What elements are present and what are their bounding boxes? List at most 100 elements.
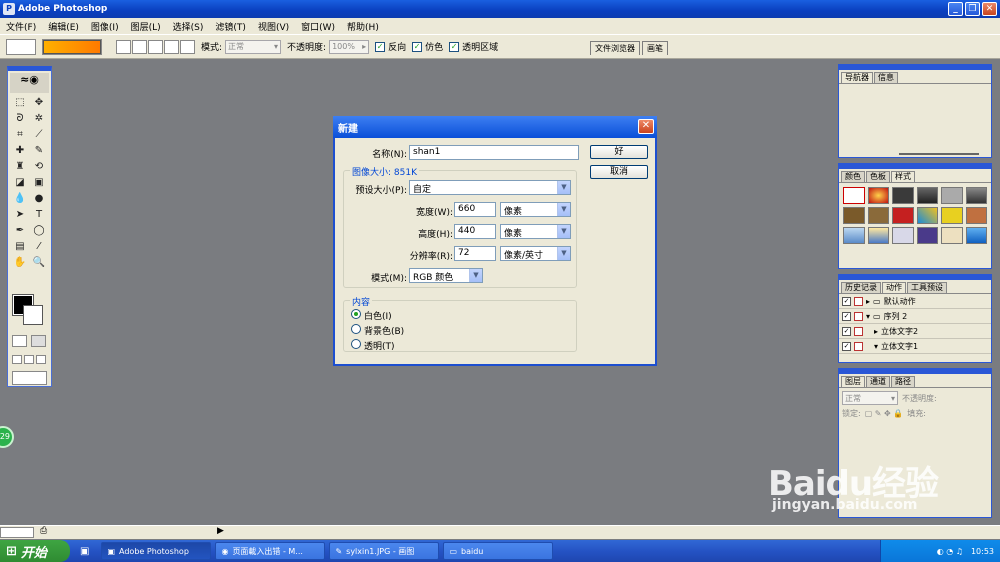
photoshop-feather-icon[interactable]: ≈◉ xyxy=(10,73,49,93)
dialog-toggle-icon[interactable] xyxy=(854,326,863,336)
action-row[interactable]: ✓ ▾ 立体文字1 xyxy=(839,339,991,354)
reverse-checkbox[interactable]: ✓ xyxy=(375,41,386,52)
style-swatch[interactable] xyxy=(916,187,938,204)
magic-wand-icon[interactable]: ✲ xyxy=(30,111,48,126)
lock-icons[interactable]: ▢ ✎ ✥ 🔒 xyxy=(865,409,904,418)
diamond-gradient-icon[interactable] xyxy=(180,39,195,54)
clone-stamp-icon[interactable]: ♜ xyxy=(11,159,29,174)
style-swatch[interactable] xyxy=(941,207,963,224)
restore-button[interactable]: ❐ xyxy=(965,2,980,16)
expand-arrow-icon[interactable]: ▸ xyxy=(874,327,878,336)
menu-filter[interactable]: 滤镜(T) xyxy=(209,20,252,33)
style-swatch[interactable] xyxy=(867,207,889,224)
action-row[interactable]: ✓ ▸ ▭ 默认动作 xyxy=(839,294,991,309)
dialog-toggle-icon[interactable] xyxy=(854,341,863,351)
resolution-input[interactable]: 72 xyxy=(454,246,496,261)
clock[interactable]: 10:53 xyxy=(971,547,994,556)
style-swatch[interactable] xyxy=(965,227,987,244)
task-paint[interactable]: ✎ sylxin1.JPG - 画图 xyxy=(329,542,440,560)
brush-tool-icon[interactable]: ✎ xyxy=(30,143,48,158)
task-photoshop[interactable]: ▣ Adobe Photoshop xyxy=(101,542,212,560)
zoom-tool-icon[interactable]: 🔍 xyxy=(30,255,48,270)
status-doc-icon[interactable]: ⎙ xyxy=(40,526,47,536)
mode-select[interactable]: 正常 ▾ xyxy=(225,39,282,54)
height-unit-select[interactable]: 像素 ▼ xyxy=(500,224,571,239)
style-swatch[interactable] xyxy=(916,207,938,224)
tab-swatches[interactable]: 色板 xyxy=(866,171,890,182)
action-row[interactable]: ✓ ▾ ▭ 序列 2 xyxy=(839,309,991,324)
gradient-tool-icon[interactable]: ▣ xyxy=(30,175,48,190)
tab-color[interactable]: 颜色 xyxy=(841,171,865,182)
zoom-field[interactable] xyxy=(0,527,34,538)
menu-image[interactable]: 图像(I) xyxy=(85,20,125,33)
check-icon[interactable]: ✓ xyxy=(842,326,851,336)
color-mode-select[interactable]: RGB 颜色 ▼ xyxy=(409,268,483,283)
style-swatch[interactable] xyxy=(965,207,987,224)
quicklaunch-desktop-icon[interactable]: ▣ xyxy=(80,546,89,557)
style-swatch[interactable] xyxy=(843,227,865,244)
task-browser[interactable]: ◉ 页面載入出错 - M... xyxy=(215,542,326,560)
collapse-arrow-icon[interactable]: ▾ xyxy=(866,312,870,321)
style-swatch[interactable] xyxy=(843,207,865,224)
menu-view[interactable]: 视图(V) xyxy=(252,20,295,33)
menu-select[interactable]: 选择(S) xyxy=(167,20,210,33)
action-row[interactable]: ✓ ▸ 立体文字2 xyxy=(839,324,991,339)
menu-window[interactable]: 窗口(W) xyxy=(295,20,341,33)
crop-tool-icon[interactable]: ⌗ xyxy=(11,127,29,142)
slice-tool-icon[interactable]: ⟋ xyxy=(30,127,48,142)
minimize-button[interactable]: _ xyxy=(948,2,963,16)
tab-actions[interactable]: 动作 xyxy=(882,282,906,293)
marquee-tool-icon[interactable]: ⬚ xyxy=(11,95,29,110)
content-transparent-radio[interactable] xyxy=(351,339,361,349)
radial-gradient-icon[interactable] xyxy=(132,39,147,54)
background-color-swatch[interactable] xyxy=(23,305,43,325)
style-swatch[interactable] xyxy=(916,227,938,244)
pen-tool-icon[interactable]: ✒ xyxy=(11,223,29,238)
preset-select[interactable]: 自定 ▼ xyxy=(409,180,571,195)
tab-info[interactable]: 信息 xyxy=(874,72,898,83)
screen-mode-menu-icon[interactable] xyxy=(24,355,34,364)
jump-to-imageready-icon[interactable] xyxy=(12,371,47,385)
check-icon[interactable]: ✓ xyxy=(842,296,851,306)
style-none-swatch[interactable] xyxy=(843,187,865,204)
opacity-field[interactable]: 100% ▸ xyxy=(329,39,370,54)
cancel-button[interactable]: 取消 xyxy=(590,165,648,179)
quick-mask-icon[interactable] xyxy=(31,335,46,347)
name-input[interactable]: shan1 xyxy=(409,145,579,160)
dodge-tool-icon[interactable]: ● xyxy=(30,191,48,206)
style-swatch[interactable] xyxy=(941,227,963,244)
transparency-checkbox[interactable]: ✓ xyxy=(449,41,460,52)
standard-mode-icon[interactable] xyxy=(12,335,27,347)
tab-styles[interactable]: 样式 xyxy=(891,171,915,182)
lasso-tool-icon[interactable]: ᘐ xyxy=(11,111,29,126)
height-input[interactable]: 440 xyxy=(454,224,496,239)
menu-edit[interactable]: 编辑(E) xyxy=(42,20,85,33)
tab-channels[interactable]: 通道 xyxy=(866,376,890,387)
move-tool-icon[interactable]: ✥ xyxy=(30,95,48,110)
tab-history[interactable]: 历史记录 xyxy=(841,282,881,293)
zoom-slider[interactable] xyxy=(899,153,979,155)
close-button[interactable]: ✕ xyxy=(982,2,997,16)
blur-tool-icon[interactable]: 💧 xyxy=(11,191,29,206)
reflected-gradient-icon[interactable] xyxy=(164,39,179,54)
collapse-arrow-icon[interactable]: ▾ xyxy=(874,342,878,351)
status-arrow-icon[interactable]: ▶ xyxy=(217,526,224,536)
dither-checkbox[interactable]: ✓ xyxy=(412,41,423,52)
check-icon[interactable]: ✓ xyxy=(842,341,851,351)
tab-tool-presets[interactable]: 工具预设 xyxy=(907,282,947,293)
width-unit-select[interactable]: 像素 ▼ xyxy=(500,202,571,217)
task-folder[interactable]: ▭ baidu xyxy=(443,542,554,560)
history-brush-icon[interactable]: ⟲ xyxy=(30,159,48,174)
start-button[interactable]: ⊞ 开始 xyxy=(0,540,70,562)
dialog-close-icon[interactable]: ✕ xyxy=(638,119,654,134)
menu-help[interactable]: 帮助(H) xyxy=(341,20,385,33)
dialog-toggle-icon[interactable] xyxy=(854,296,863,306)
tab-paths[interactable]: 路径 xyxy=(891,376,915,387)
dialog-toggle-icon[interactable] xyxy=(854,311,863,321)
screen-mode-full-icon[interactable] xyxy=(36,355,46,364)
ok-button[interactable]: 好 xyxy=(590,145,648,159)
style-swatch[interactable] xyxy=(892,187,914,204)
tray-icons[interactable]: ◐ ◔ ♫ xyxy=(937,547,963,556)
type-tool-icon[interactable]: T xyxy=(30,207,48,222)
shape-tool-icon[interactable]: ◯ xyxy=(30,223,48,238)
